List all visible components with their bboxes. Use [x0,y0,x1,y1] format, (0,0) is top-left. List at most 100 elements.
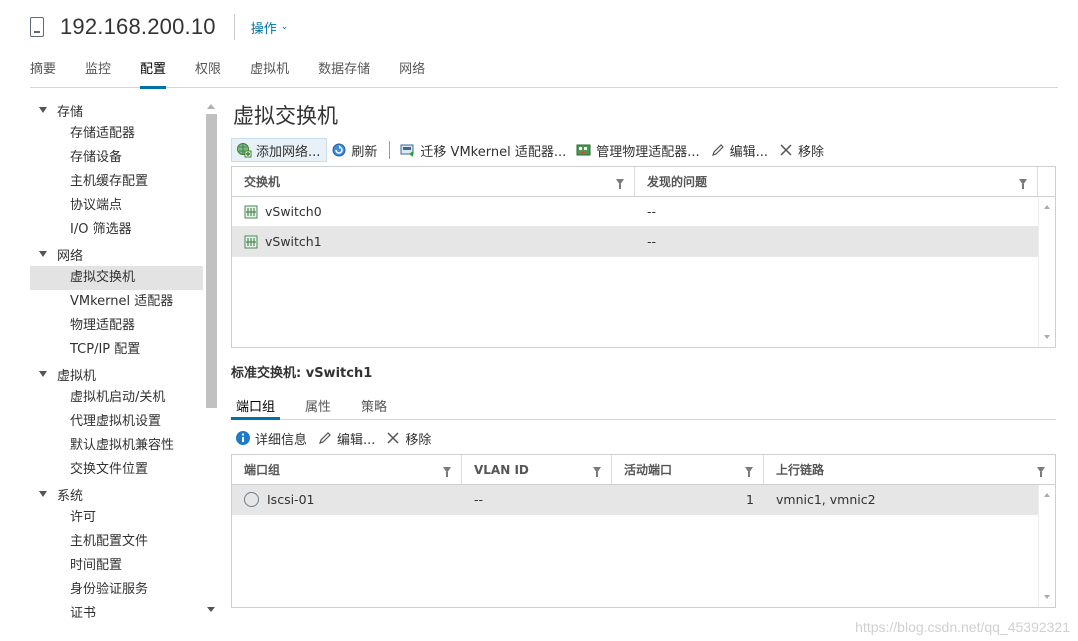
migrate-icon [400,144,414,157]
vlan-cell: -- [474,492,484,507]
tab-configure[interactable]: 配置 [140,52,167,89]
page-title: 虚拟交换机 [233,104,338,128]
pencil-icon [319,432,331,444]
filter-icon[interactable] [593,466,601,477]
portgroup-name-cell: Iscsi-01 [232,485,462,515]
portgroup-grid: 端口组 VLAN ID 活动端口 上行链路 Iscsi-01 -- 1 vmni… [231,454,1056,608]
tab-vms[interactable]: 虚拟机 [250,52,289,88]
edit-label: 编辑... [729,144,769,160]
migrate-vmkernel-button[interactable]: 迁移 VMkernel 适配器... [396,138,572,162]
tab-policies[interactable]: 策略 [356,388,387,419]
filter-icon[interactable] [1037,466,1045,477]
filter-icon[interactable] [616,178,624,189]
scroll-down-icon[interactable] [1044,595,1050,599]
details-button[interactable]: 详细信息 [231,426,313,450]
nav-group-storage[interactable]: 存储 [30,98,203,122]
filter-icon[interactable] [1019,178,1027,189]
host-header: 192.168.200.10 操作 ⌄ [30,10,288,44]
refresh-icon [332,143,346,157]
collapse-triangle-icon [39,491,47,497]
edit-portgroup-button[interactable]: 编辑... [313,426,381,450]
remove-label: 移除 [798,144,825,160]
nav-item-auth-services[interactable]: 身份验证服务 [30,578,203,602]
filter-icon[interactable] [443,466,451,477]
nav-item-tcpip[interactable]: TCP/IP 配置 [30,338,203,362]
remove-button[interactable]: 移除 [774,138,830,162]
column-label: 交换机 [244,175,281,189]
info-icon [236,431,250,445]
column-header-active-ports[interactable]: 活动端口 [612,455,764,484]
nav-group-networking[interactable]: 网络 [30,242,203,266]
scroll-up-icon[interactable] [1044,205,1050,209]
tab-port-groups[interactable]: 端口组 [231,388,281,420]
tab-summary[interactable]: 摘要 [30,52,56,88]
nav-item-licensing[interactable]: 许可 [30,506,203,530]
nav-item-default-compat[interactable]: 默认虚拟机兼容性 [30,434,203,458]
nav-group-label: 网络 [57,248,84,264]
remove-portgroup-button[interactable]: 移除 [381,426,437,450]
portgroup-toolbar: 详细信息 编辑... 移除 [231,426,1056,450]
nav-item-vm-startup[interactable]: 虚拟机启动/关机 [30,386,203,410]
column-header-uplinks[interactable]: 上行链路 [764,455,1055,484]
nav-item-time-config[interactable]: 时间配置 [30,554,203,578]
table-row[interactable]: vSwitch1 -- [232,227,1038,257]
nav-item-agent-vm[interactable]: 代理虚拟机设置 [30,410,203,434]
nav-item-storage-adapters[interactable]: 存储适配器 [30,122,203,146]
scroll-thumb[interactable] [206,114,217,408]
nav-item-swap-location[interactable]: 交换文件位置 [30,458,203,482]
table-row[interactable]: vSwitch0 -- [232,197,1038,227]
refresh-button[interactable]: 刷新 [327,138,383,162]
refresh-label: 刷新 [351,144,378,160]
column-header-portgroup[interactable]: 端口组 [232,455,462,484]
scroll-down-icon[interactable] [1044,335,1050,339]
tab-networks[interactable]: 网络 [399,52,425,88]
manage-physical-button[interactable]: 管理物理适配器... [572,138,705,162]
filter-icon[interactable] [745,466,753,477]
host-title: 192.168.200.10 [60,14,216,39]
grid-scrollbar[interactable] [1038,197,1055,347]
switch-icon [244,205,258,218]
nav-group-system[interactable]: 系统 [30,482,203,506]
column-header-switch[interactable]: 交换机 [232,167,635,196]
collapse-triangle-icon [39,371,47,377]
scroll-up-icon[interactable] [1044,493,1050,497]
nav-scrollbar[interactable] [203,98,219,618]
collapse-triangle-icon [39,107,47,113]
tab-properties[interactable]: 属性 [300,388,331,419]
actions-menu[interactable]: 操作 ⌄ [251,18,289,37]
header-divider [233,14,235,40]
grid-scrollbar[interactable] [1038,485,1055,607]
grid-header: 端口组 VLAN ID 活动端口 上行链路 [232,455,1055,485]
column-label: 发现的问题 [647,175,708,189]
table-row[interactable]: Iscsi-01 -- 1 vmnic1, vmnic2 [232,485,1038,515]
nav-item-host-profile[interactable]: 主机配置文件 [30,530,203,554]
nav-group-label: 系统 [57,488,84,504]
scroll-down-icon[interactable] [207,607,215,612]
nav-item-physical-adapters[interactable]: 物理适配器 [30,314,203,338]
active-ports-cell: 1 [746,492,754,507]
nav-item-protocol-endpoints[interactable]: 协议端点 [30,194,203,218]
column-header-vlan[interactable]: VLAN ID [462,455,612,484]
tab-permissions[interactable]: 权限 [195,52,221,88]
switch-icon [244,235,258,248]
nav-item-host-cache[interactable]: 主机缓存配置 [30,170,203,194]
tab-monitor[interactable]: 监控 [85,52,111,88]
nav-item-virtual-switches[interactable]: 虚拟交换机 [30,266,203,290]
nav-group-vms[interactable]: 虚拟机 [30,362,203,386]
add-network-button[interactable]: 添加网络... [231,138,328,162]
port-group-icon [244,492,259,507]
switch-name-cell: vSwitch1 [232,227,635,257]
edit-button[interactable]: 编辑... [706,138,774,162]
nav-item-io-filters[interactable]: I/O 筛选器 [30,218,203,242]
issues-cell: -- [647,204,657,219]
uplinks-cell: vmnic1, vmnic2 [776,492,876,507]
switch-grid: 交换机 发现的问题 vSwitch0 -- vSwitch1 -- [231,166,1056,348]
nav-item-vmkernel-adapters[interactable]: VMkernel 适配器 [30,290,203,314]
close-icon [780,144,792,156]
nav-item-certificate[interactable]: 证书 [30,602,203,618]
close-icon [387,432,399,444]
nav-item-storage-devices[interactable]: 存储设备 [30,146,203,170]
column-header-issues[interactable]: 发现的问题 [635,167,1038,196]
scroll-up-icon[interactable] [207,104,215,109]
tab-datastores[interactable]: 数据存储 [318,52,370,88]
